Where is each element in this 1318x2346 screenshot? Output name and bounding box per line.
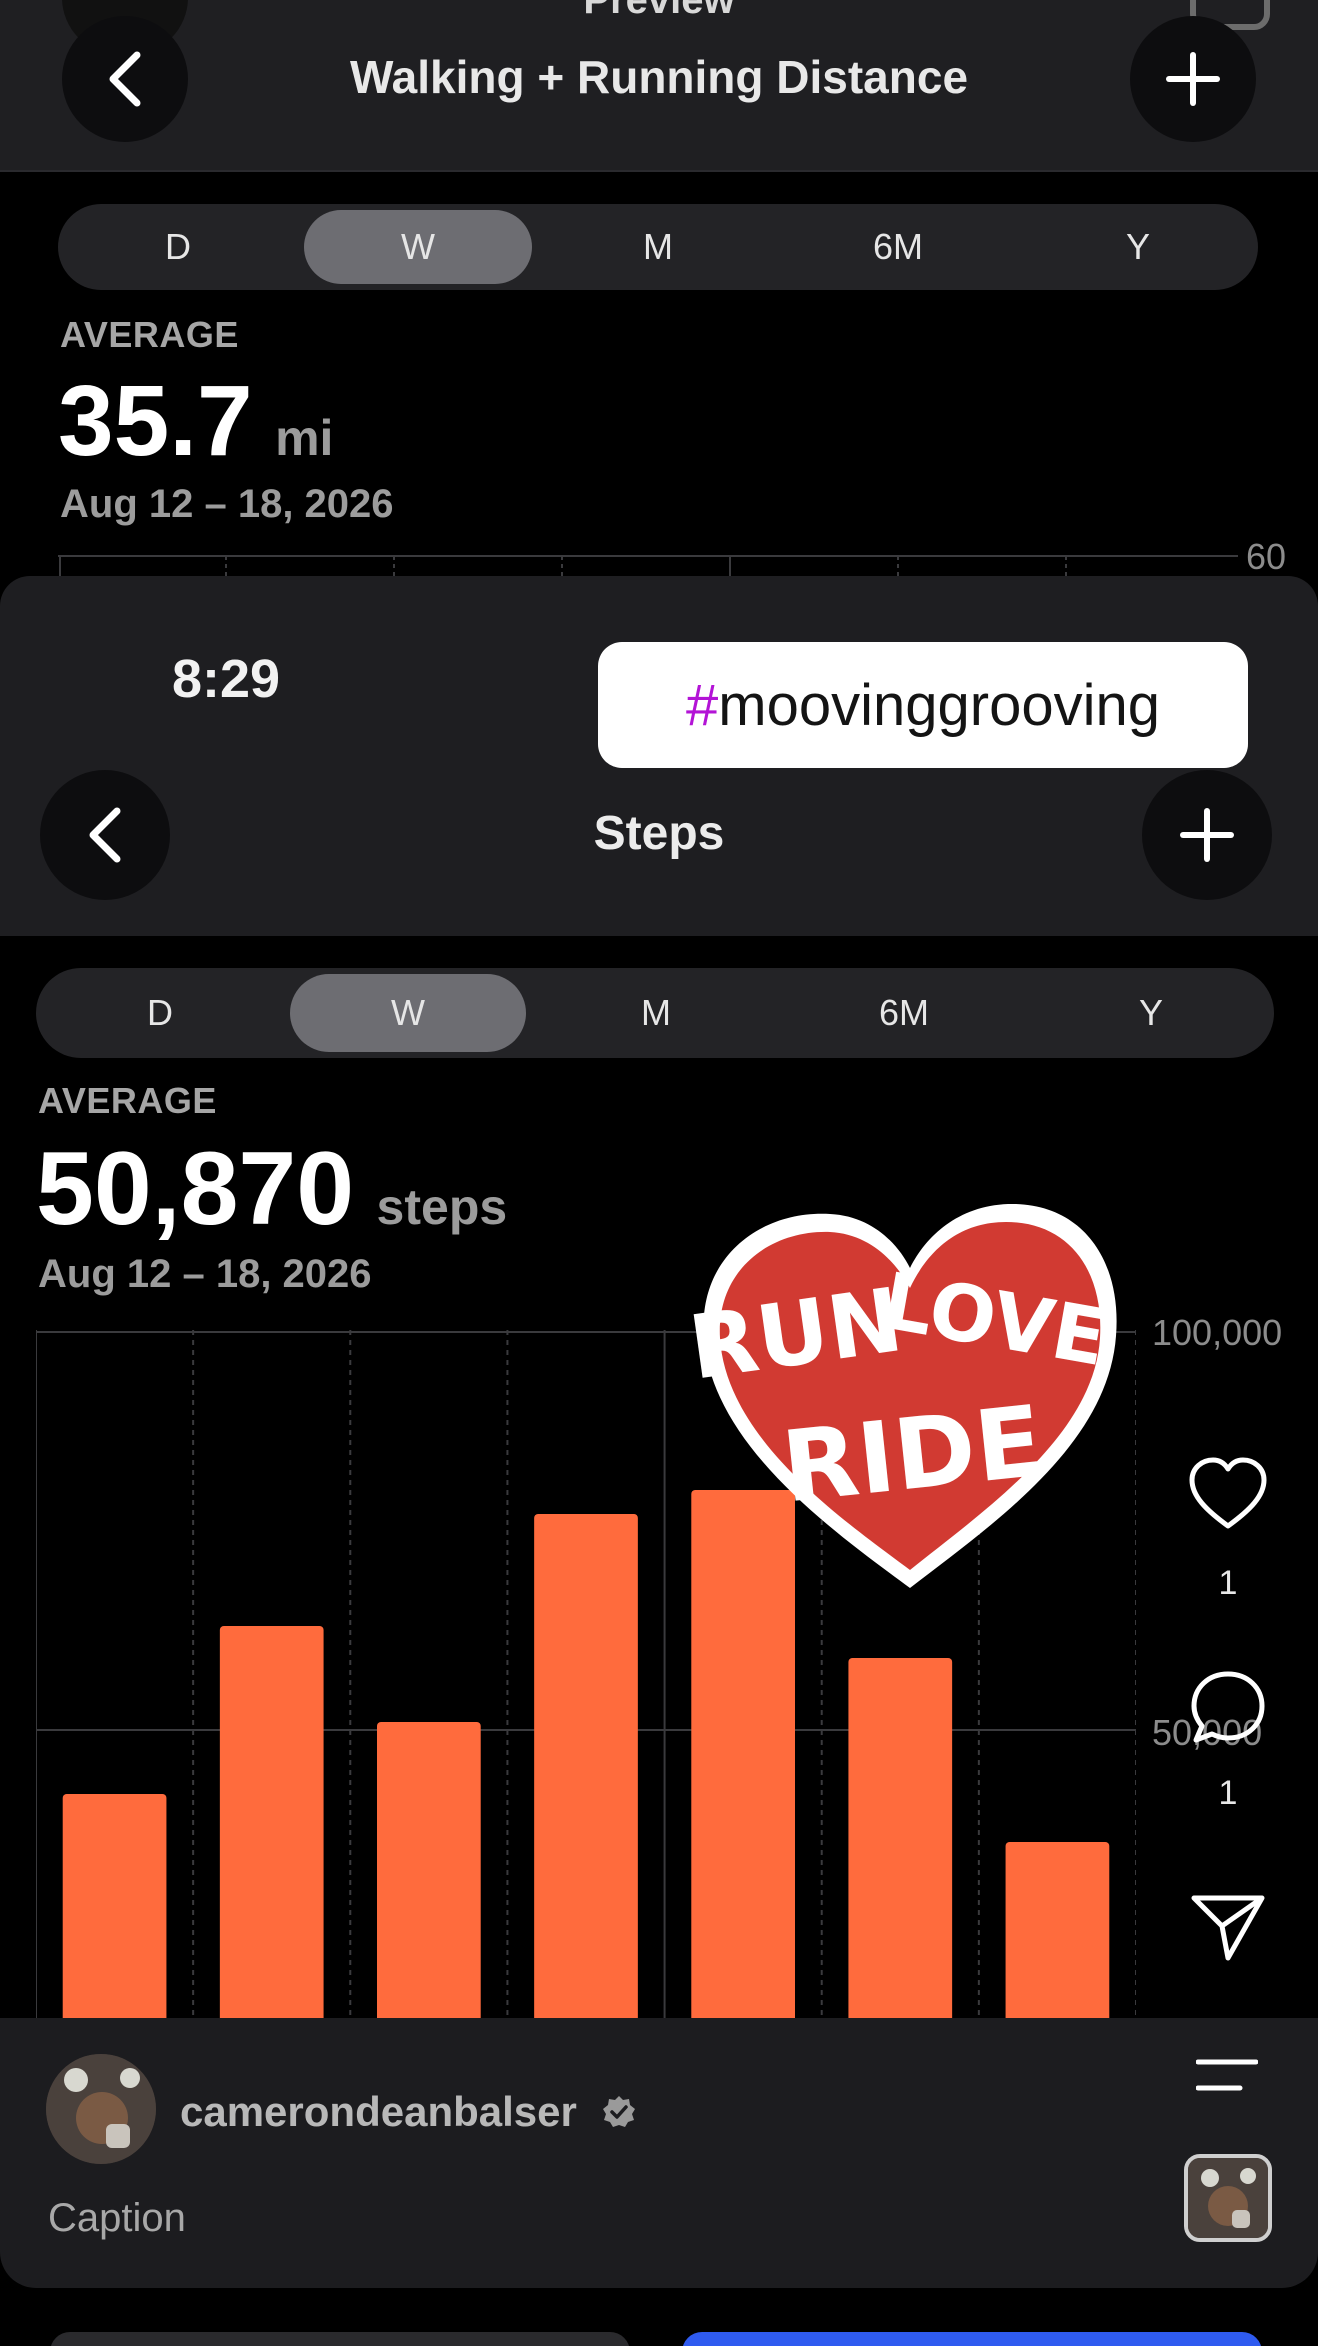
post-bottom-sheet: camerondeanbalser Caption [0, 2018, 1318, 2288]
steps-seg-w[interactable]: W [290, 974, 526, 1052]
bar-day-7[interactable] [1005, 1842, 1110, 2020]
top-seg-d[interactable]: D [58, 204, 298, 290]
steps-range-selector: D W M 6M Y [36, 968, 1274, 1058]
top-seg-m[interactable]: M [538, 204, 778, 290]
username[interactable]: camerondeanbalser [180, 2088, 637, 2136]
steps-seg-d[interactable]: D [36, 968, 284, 1058]
verified-badge-icon [602, 2096, 635, 2127]
preview-label: Preview [583, 0, 735, 22]
bar-day-6[interactable] [848, 1658, 953, 2020]
steps-seg-m[interactable]: M [532, 968, 780, 1058]
top-add-button[interactable] [1130, 16, 1256, 142]
thumbnail-image [1188, 2158, 1268, 2238]
plus-icon [1166, 52, 1220, 106]
your-story-button[interactable] [50, 2332, 630, 2346]
hashtag-sticker[interactable]: # moovinggrooving [598, 642, 1248, 768]
top-seg-w[interactable]: W [304, 210, 532, 284]
avatar[interactable] [46, 2054, 156, 2164]
share-button[interactable] [682, 2332, 1262, 2346]
top-average-unit: mi [275, 410, 334, 466]
steps-date-range: Aug 12 – 18, 2026 [38, 1252, 372, 1296]
steps-average-value: 50,870 [36, 1131, 355, 1247]
top-header: Preview Walking + Running Distance [0, 0, 1318, 172]
steps-average: 50,870 steps [36, 1130, 507, 1249]
top-range-selector: D W M 6M Y [58, 204, 1258, 290]
top-seg-y[interactable]: Y [1018, 204, 1258, 290]
avatar-image [46, 2054, 156, 2164]
like-count: 1 [1218, 1564, 1238, 1602]
top-date-range: Aug 12 – 18, 2026 [60, 482, 394, 526]
bar-day-2[interactable] [219, 1626, 324, 2020]
bar-day-3[interactable] [377, 1722, 481, 2020]
run-love-ride-heart-sticker[interactable]: RUN LOVE RIDE [690, 1196, 1130, 1596]
heart-icon[interactable] [1186, 1456, 1270, 1532]
steps-seg-y[interactable]: Y [1028, 968, 1274, 1058]
y-tick-label-100000: 100,000 [1152, 1312, 1283, 1353]
bar-day-1[interactable] [62, 1794, 167, 2020]
status-time: 8:29 [172, 649, 281, 709]
comment-icon[interactable] [1188, 1668, 1268, 1748]
plus-icon [1180, 808, 1234, 862]
top-axis-label: 60 [1246, 536, 1287, 577]
hashtag-text: moovinggrooving [718, 672, 1160, 738]
send-icon[interactable] [1188, 1890, 1268, 1962]
walking-running-story: Preview Walking + Running Distance D W M… [0, 0, 1318, 582]
steps-add-button[interactable] [1142, 770, 1272, 900]
username-text: camerondeanbalser [180, 2088, 577, 2135]
comment-count: 1 [1218, 1774, 1238, 1812]
steps-average-unit: steps [376, 1179, 508, 1235]
steps-seg-6m[interactable]: 6M [780, 968, 1028, 1058]
top-average-label: AVERAGE [60, 314, 239, 355]
top-average: 35.7 mi [58, 364, 333, 479]
top-average-value: 35.7 [58, 365, 253, 477]
steps-title: Steps [593, 807, 725, 860]
top-title: Walking + Running Distance [349, 51, 969, 103]
steps-average-label: AVERAGE [38, 1080, 217, 1121]
steps-header: 8:29 # moovinggrooving Steps [0, 576, 1318, 936]
hashtag-symbol: # [686, 672, 719, 738]
caption-input[interactable]: Caption [48, 2196, 186, 2241]
bar-day-4[interactable] [534, 1514, 638, 2020]
top-seg-6m[interactable]: 6M [778, 204, 1018, 290]
menu-icon[interactable] [1196, 2058, 1258, 2098]
story-thumbnail[interactable] [1184, 2154, 1272, 2242]
